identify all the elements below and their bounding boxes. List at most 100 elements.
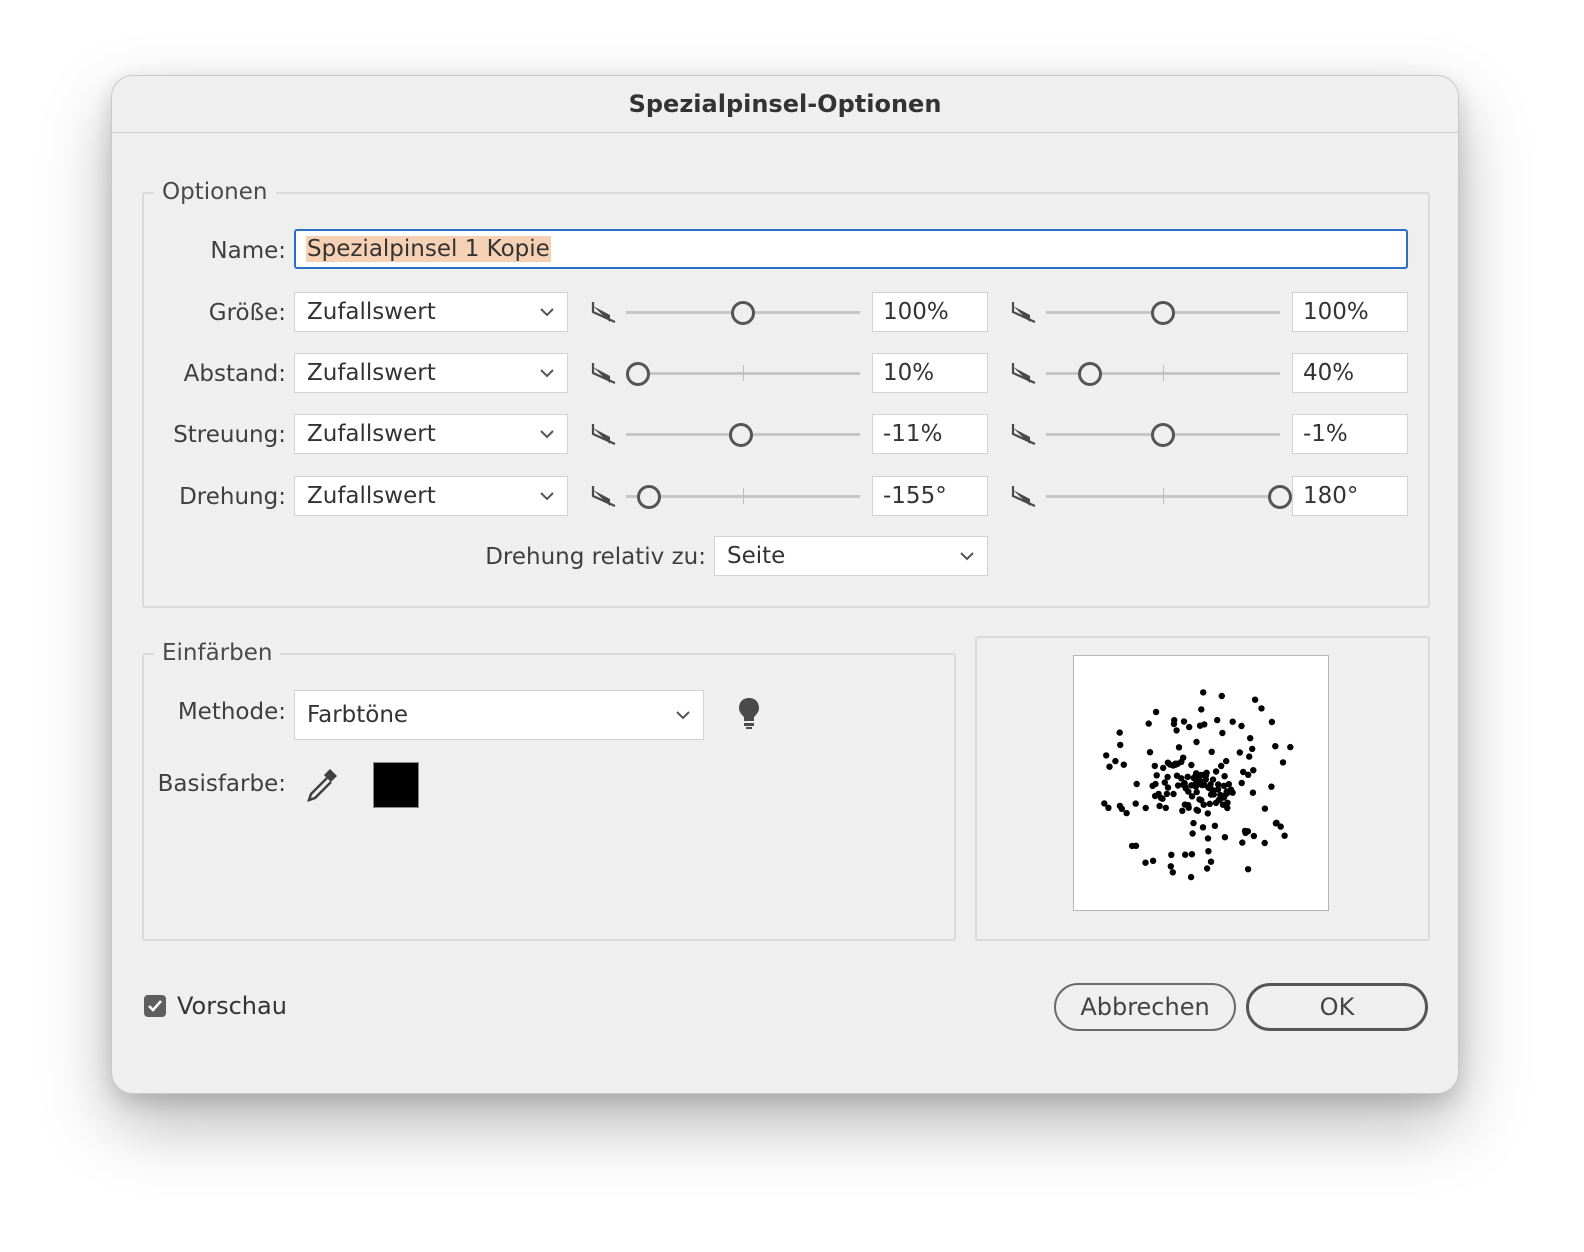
brush-preview-dot [1224,799,1231,806]
scatter-min-slider[interactable] [626,414,860,454]
size-max-field[interactable]: 100% [1292,292,1408,332]
brush-preview-dot [1106,763,1113,770]
rotation-min-field[interactable]: -155° [872,476,988,516]
brush-preview-dot [1219,729,1226,737]
size-mode-select[interactable]: Zufallswert [294,292,568,332]
spacing-max-slider[interactable] [1046,353,1280,393]
brush-preview-dot [1268,783,1275,790]
scatter-max-slider[interactable] [1046,414,1280,454]
slider-thumb[interactable] [728,423,753,447]
slider-thumb[interactable] [1268,485,1292,509]
brush-preview-dot [1198,706,1205,713]
spacing-mode-select[interactable]: Zufallswert [294,353,568,393]
method-select[interactable]: Farbtöne [294,690,704,740]
brush-preview-dot [1281,832,1288,839]
brush-preview-dot [1146,749,1154,756]
brush-preview-dot [1241,827,1249,835]
brush-preview-dot [1221,834,1229,841]
brush-preview-dot [1279,759,1287,766]
brush-preview-dot [1204,810,1211,817]
brush-preview-dot [1250,832,1258,840]
brush-preview-dot [1204,835,1212,842]
rotation-min-slider[interactable] [626,476,860,516]
brush-preview-dot [1216,796,1224,803]
brush-preview-dot [1180,718,1188,725]
brush-preview-dot [1151,762,1158,770]
brush-preview-dot [1198,796,1205,804]
rotation-relative-select[interactable]: Seite [714,536,988,576]
ok-button[interactable]: OK [1246,983,1428,1031]
cancel-button[interactable]: Abbrechen [1054,983,1236,1031]
brush-preview-dot [1161,779,1168,786]
brush-preview-dot [1118,805,1125,812]
brush-preview-dot [1112,757,1119,765]
spacing-min-field[interactable]: 10% [872,353,988,393]
slider-thumb[interactable] [1078,362,1103,386]
slider-thumb[interactable] [1151,301,1175,325]
scatter-max-field[interactable]: -1% [1292,414,1408,454]
size-min-pressure-icon[interactable] [590,298,618,326]
brush-preview-dot [1273,819,1280,826]
size-max-pressure-icon[interactable] [1010,298,1038,326]
chevron-down-icon [960,552,974,561]
method-label: Methode: [177,699,286,725]
slider-thumb[interactable] [625,362,650,386]
brush-preview-dot [1223,788,1230,795]
rotation-mode-value: Zufallswert [307,483,436,509]
rotation-mode-select[interactable]: Zufallswert [294,476,568,516]
spacing-max-field[interactable]: 40% [1292,353,1408,393]
brush-preview-dot [1212,768,1220,775]
name-label: Name: [210,238,286,264]
brush-preview-dot [1190,774,1197,782]
rotation-max-slider[interactable] [1046,476,1292,516]
brush-preview-dot [1178,758,1185,766]
brush-preview-dot [1238,779,1245,787]
slider-midpoint-tick [1163,365,1164,381]
scatter-max-pressure-icon[interactable] [1010,420,1038,448]
preview-checkbox[interactable] [144,995,166,1017]
slider-thumb[interactable] [1151,423,1175,447]
brush-preview-dot [1174,782,1182,789]
rotation-max-field[interactable]: 180° [1292,476,1408,516]
size-max-slider[interactable] [1046,292,1280,332]
slider-thumb[interactable] [731,301,755,325]
brush-preview-dot [1178,775,1185,782]
brush-preview-dot [1258,705,1265,712]
scatter-mode-select[interactable]: Zufallswert [294,414,568,454]
spacing-max-pressure-icon[interactable] [1010,359,1038,387]
spacing-min-pressure-icon[interactable] [590,359,618,387]
scatter-min-pressure-icon[interactable] [590,420,618,448]
brush-preview [1073,655,1329,911]
brush-preview-dot [1240,768,1247,776]
brush-preview-dot [1193,738,1200,746]
size-min-field[interactable]: 100% [872,292,988,332]
base-color-swatch[interactable] [373,762,419,808]
slider-thumb[interactable] [637,485,662,509]
eyedropper-icon[interactable] [304,766,340,804]
brush-preview-dot [1167,863,1174,870]
lightbulb-icon[interactable] [736,696,762,730]
slider-midpoint-tick [1163,488,1164,504]
brush-preview-dot [1200,689,1207,696]
brush-preview-dot [1239,839,1246,846]
brush-preview-dot [1142,859,1149,866]
rotation-max-pressure-icon[interactable] [1010,482,1038,510]
rotation-min-pressure-icon[interactable] [590,482,618,510]
chevron-down-icon [540,430,554,439]
brush-preview-dot [1188,851,1196,858]
brush-preview-dot [1287,743,1294,751]
dialog-title: Spezialpinsel-Optionen [112,76,1458,133]
size-min-slider[interactable] [626,292,860,332]
brush-preview-dot [1244,866,1252,873]
method-value: Farbtöne [307,702,409,728]
name-input[interactable]: Spezialpinsel 1 Kopie [294,229,1408,269]
size-label: Größe: [208,300,286,326]
spacing-min-slider[interactable] [625,353,860,393]
scatter-min-field[interactable]: -11% [872,414,988,454]
brush-preview-dot [1218,692,1225,700]
scatter-mode-value: Zufallswert [307,421,436,447]
chevron-down-icon [676,711,690,720]
preview-checkbox-label: Vorschau [177,992,287,1020]
brush-preview-dot [1117,741,1124,749]
brush-preview-dot [1196,722,1204,729]
